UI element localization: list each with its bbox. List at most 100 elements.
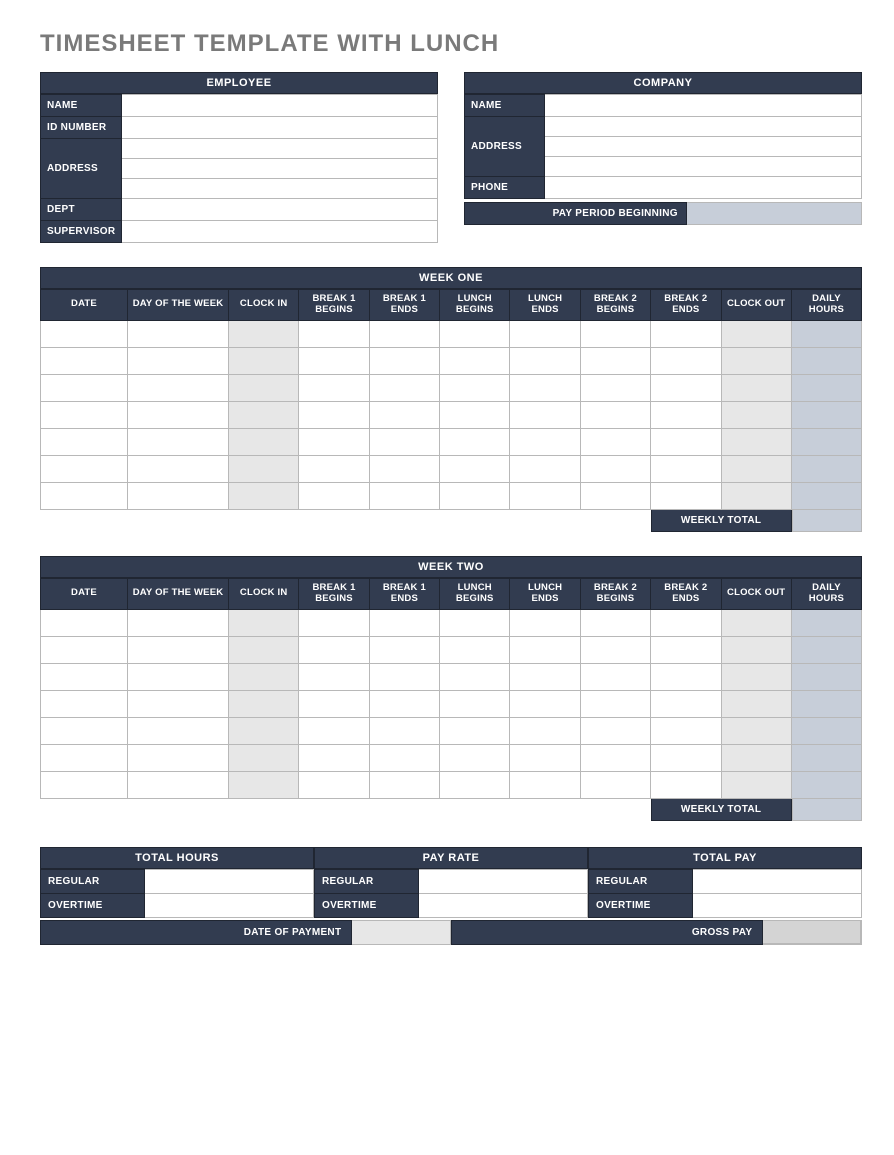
cell-clock_in[interactable] bbox=[228, 428, 298, 455]
cell-b1e[interactable] bbox=[369, 374, 439, 401]
cell-b1e[interactable] bbox=[369, 347, 439, 374]
company-name-field[interactable] bbox=[545, 95, 862, 117]
cell-b1b[interactable] bbox=[299, 320, 369, 347]
cell-clock_in[interactable] bbox=[228, 744, 298, 771]
cell-lb[interactable] bbox=[440, 690, 510, 717]
cell-dow[interactable] bbox=[128, 609, 229, 636]
hours-regular-field[interactable] bbox=[144, 869, 313, 893]
cell-lb[interactable] bbox=[440, 609, 510, 636]
cell-b1b[interactable] bbox=[299, 717, 369, 744]
cell-b2b[interactable] bbox=[580, 455, 650, 482]
cell-dow[interactable] bbox=[128, 690, 229, 717]
cell-dow[interactable] bbox=[128, 744, 229, 771]
cell-b2e[interactable] bbox=[651, 771, 721, 798]
cell-b1b[interactable] bbox=[299, 663, 369, 690]
cell-dow[interactable] bbox=[128, 428, 229, 455]
cell-le[interactable] bbox=[510, 717, 580, 744]
cell-b1e[interactable] bbox=[369, 428, 439, 455]
company-address2-field[interactable] bbox=[545, 137, 862, 157]
cell-lb[interactable] bbox=[440, 428, 510, 455]
cell-b2b[interactable] bbox=[580, 771, 650, 798]
rate-regular-field[interactable] bbox=[418, 869, 587, 893]
cell-clock_out[interactable] bbox=[721, 771, 791, 798]
date-of-payment-field[interactable] bbox=[352, 920, 451, 945]
cell-b1b[interactable] bbox=[299, 609, 369, 636]
cell-b1b[interactable] bbox=[299, 744, 369, 771]
cell-dow[interactable] bbox=[128, 636, 229, 663]
cell-clock_out[interactable] bbox=[721, 663, 791, 690]
cell-date[interactable] bbox=[41, 690, 128, 717]
cell-clock_out[interactable] bbox=[721, 636, 791, 663]
cell-b2e[interactable] bbox=[651, 320, 721, 347]
cell-b1e[interactable] bbox=[369, 663, 439, 690]
cell-b2e[interactable] bbox=[651, 482, 721, 509]
cell-date[interactable] bbox=[41, 374, 128, 401]
cell-le[interactable] bbox=[510, 401, 580, 428]
employee-address2-field[interactable] bbox=[122, 159, 438, 179]
cell-b2e[interactable] bbox=[651, 428, 721, 455]
cell-date[interactable] bbox=[41, 771, 128, 798]
cell-le[interactable] bbox=[510, 744, 580, 771]
employee-name-field[interactable] bbox=[122, 95, 438, 117]
cell-date[interactable] bbox=[41, 401, 128, 428]
cell-clock_out[interactable] bbox=[721, 482, 791, 509]
cell-b1b[interactable] bbox=[299, 690, 369, 717]
rate-overtime-field[interactable] bbox=[418, 893, 587, 917]
cell-b2b[interactable] bbox=[580, 482, 650, 509]
cell-b2b[interactable] bbox=[580, 717, 650, 744]
cell-date[interactable] bbox=[41, 482, 128, 509]
cell-clock_in[interactable] bbox=[228, 320, 298, 347]
company-phone-field[interactable] bbox=[545, 177, 862, 199]
cell-b1e[interactable] bbox=[369, 482, 439, 509]
cell-b1b[interactable] bbox=[299, 428, 369, 455]
cell-clock_in[interactable] bbox=[228, 374, 298, 401]
cell-b1e[interactable] bbox=[369, 455, 439, 482]
cell-date[interactable] bbox=[41, 609, 128, 636]
cell-b2e[interactable] bbox=[651, 663, 721, 690]
cell-date[interactable] bbox=[41, 347, 128, 374]
employee-address3-field[interactable] bbox=[122, 179, 438, 199]
cell-clock_out[interactable] bbox=[721, 744, 791, 771]
cell-le[interactable] bbox=[510, 347, 580, 374]
cell-b1b[interactable] bbox=[299, 374, 369, 401]
cell-dow[interactable] bbox=[128, 320, 229, 347]
cell-le[interactable] bbox=[510, 320, 580, 347]
cell-b2e[interactable] bbox=[651, 347, 721, 374]
cell-lb[interactable] bbox=[440, 401, 510, 428]
cell-le[interactable] bbox=[510, 609, 580, 636]
pay-period-field[interactable] bbox=[687, 202, 862, 225]
cell-lb[interactable] bbox=[440, 320, 510, 347]
employee-dept-field[interactable] bbox=[122, 199, 438, 221]
cell-b2b[interactable] bbox=[580, 636, 650, 663]
cell-b1b[interactable] bbox=[299, 401, 369, 428]
company-address1-field[interactable] bbox=[545, 117, 862, 137]
cell-le[interactable] bbox=[510, 690, 580, 717]
cell-b1b[interactable] bbox=[299, 771, 369, 798]
cell-clock_in[interactable] bbox=[228, 401, 298, 428]
cell-b2e[interactable] bbox=[651, 401, 721, 428]
cell-lb[interactable] bbox=[440, 663, 510, 690]
cell-b2b[interactable] bbox=[580, 663, 650, 690]
cell-b2e[interactable] bbox=[651, 455, 721, 482]
pay-regular-field[interactable] bbox=[692, 869, 861, 893]
cell-dow[interactable] bbox=[128, 482, 229, 509]
cell-le[interactable] bbox=[510, 482, 580, 509]
cell-b1e[interactable] bbox=[369, 636, 439, 663]
cell-b2b[interactable] bbox=[580, 347, 650, 374]
cell-lb[interactable] bbox=[440, 374, 510, 401]
employee-address1-field[interactable] bbox=[122, 139, 438, 159]
employee-supervisor-field[interactable] bbox=[122, 221, 438, 243]
cell-lb[interactable] bbox=[440, 744, 510, 771]
cell-clock_out[interactable] bbox=[721, 401, 791, 428]
cell-dow[interactable] bbox=[128, 771, 229, 798]
cell-date[interactable] bbox=[41, 455, 128, 482]
cell-b2b[interactable] bbox=[580, 690, 650, 717]
cell-clock_out[interactable] bbox=[721, 347, 791, 374]
cell-clock_out[interactable] bbox=[721, 690, 791, 717]
cell-b1b[interactable] bbox=[299, 636, 369, 663]
cell-dow[interactable] bbox=[128, 663, 229, 690]
cell-clock_out[interactable] bbox=[721, 428, 791, 455]
employee-id-field[interactable] bbox=[122, 117, 438, 139]
cell-b1b[interactable] bbox=[299, 455, 369, 482]
cell-clock_out[interactable] bbox=[721, 717, 791, 744]
